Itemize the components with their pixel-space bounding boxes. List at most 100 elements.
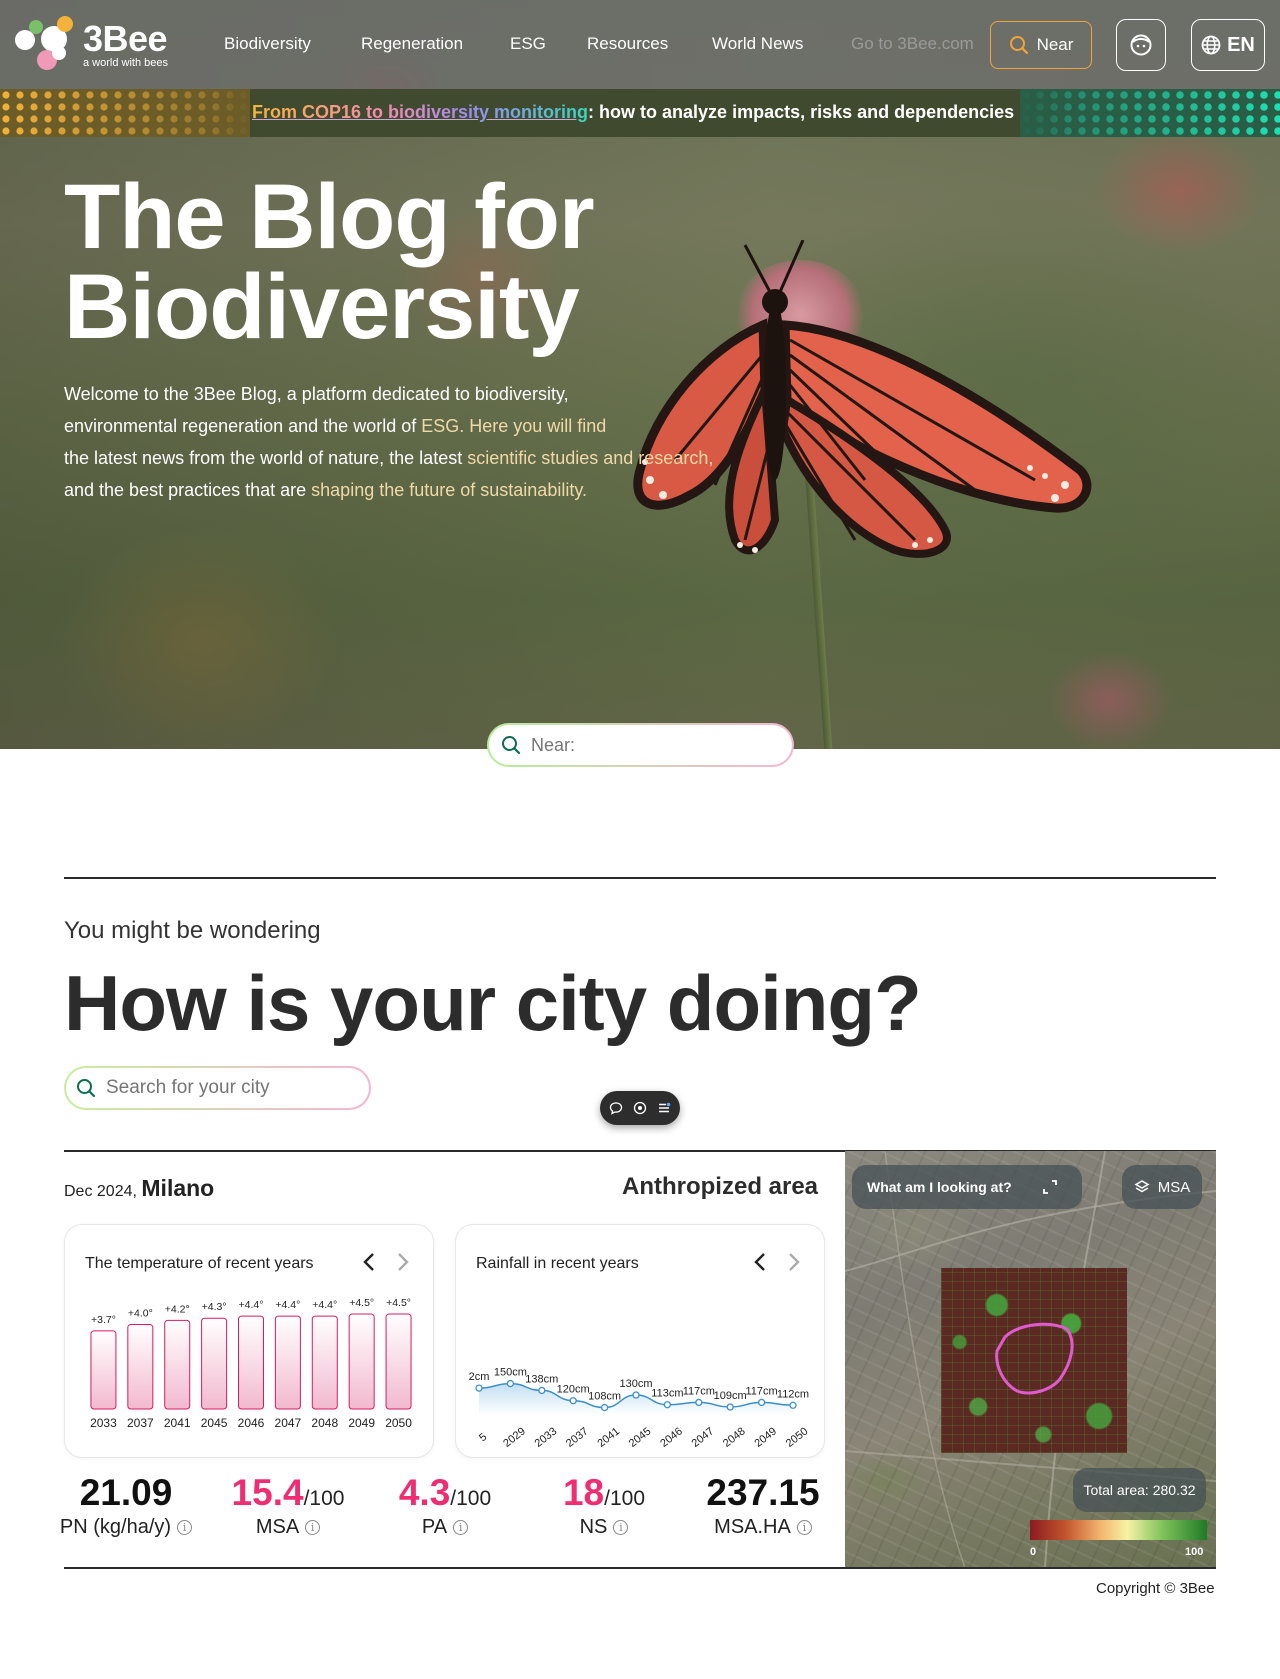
brand-logo[interactable]: 3Bee a world with bees — [15, 16, 168, 74]
logo-subtitle: a world with bees — [83, 57, 168, 69]
hero-title-line2: Biodiversity — [64, 256, 580, 358]
city-search-bar[interactable] — [64, 1066, 371, 1110]
temperature-bar — [90, 1330, 117, 1410]
rainfall-point — [569, 1397, 577, 1405]
hero-desc-highlight: ESG. Here you will find — [421, 416, 607, 436]
what-am-i-looking-at-button[interactable]: What am I looking at? — [852, 1165, 1082, 1209]
metric-label: PN (kg/ha/y) — [59, 1516, 172, 1538]
rainfall-x-tick: 2045 — [627, 1425, 654, 1450]
rainfall-x-tick: 2037 — [564, 1425, 591, 1450]
info-icon[interactable]: i — [453, 1520, 469, 1535]
hero-description: Welcome to the 3Bee Blog, a platform ded… — [64, 378, 784, 506]
temperature-bar-label: +4.0° — [128, 1308, 153, 1320]
metric-pn: 21.09 PN (kg/ha/y) i — [56, 1472, 196, 1539]
rainfall-point — [600, 1403, 609, 1412]
temperature-bar-label: +4.4° — [239, 1299, 264, 1311]
language-label: EN — [1227, 33, 1255, 56]
face-icon — [1130, 34, 1152, 56]
rainfall-point — [789, 1401, 797, 1409]
temperature-bar-label: +4.3° — [202, 1301, 227, 1313]
temperature-card: The temperature of recent years +3.7° 203… — [64, 1224, 434, 1458]
report-date: Dec 2024, — [64, 1183, 137, 1200]
nav-link-esg[interactable]: ESG — [510, 34, 546, 54]
hero-desc-line: the latest news from the world of nature… — [64, 448, 468, 468]
banner-dots-right — [1020, 89, 1280, 137]
nav-link-regeneration[interactable]: Regeneration — [361, 34, 463, 54]
near-search-bar[interactable] — [487, 723, 794, 767]
near-button[interactable]: Near — [990, 21, 1092, 69]
banner-link[interactable]: From COP16 to biodiversity monitoring — [252, 102, 588, 122]
hero-desc-highlight: scientific studies and research, — [467, 448, 714, 468]
nav-link-resources[interactable]: Resources — [587, 34, 668, 54]
metric-label: NS — [579, 1516, 608, 1538]
total-area-badge: Total area: 280.32 — [1073, 1468, 1206, 1512]
rainfall-x-tick: 2050 — [784, 1425, 811, 1450]
rainfall-x-tick: 2049 — [752, 1425, 779, 1450]
metric-value: 18/100 — [562, 1472, 646, 1513]
rainfall-area-chart: 2cm 150cm138cm120cm108cm130cm113cm 117cm10… — [469, 1367, 811, 1450]
nav-link-world-news[interactable]: World News — [712, 34, 803, 54]
metric-msa-ha: 237.15 MSA.HA i — [693, 1472, 833, 1539]
temperature-x-tick: 2037 — [127, 1416, 154, 1430]
info-icon[interactable]: i — [796, 1520, 812, 1535]
rainfall-point — [475, 1384, 483, 1392]
rainfall-x-tick: 2048 — [721, 1425, 748, 1450]
comment-icon[interactable] — [609, 1101, 623, 1115]
globe-icon — [1201, 35, 1221, 55]
rainfall-point-label: 108cm — [588, 1391, 621, 1403]
announcement-banner: From COP16 to biodiversity monitoring: h… — [0, 89, 1280, 137]
rainfall-point-label: 117cm — [745, 1385, 777, 1397]
rainfall-x-tick: 2029 — [501, 1425, 528, 1450]
city-search-input[interactable] — [106, 1077, 346, 1099]
what-label: What am I looking at? — [867, 1179, 1012, 1195]
rainfall-point — [726, 1403, 734, 1411]
face-button[interactable] — [1116, 19, 1166, 71]
msa-layer-button[interactable]: MSA — [1122, 1165, 1202, 1209]
banner-headline: From COP16 to biodiversity monitoring: h… — [252, 102, 1014, 123]
nav-link-biodiversity[interactable]: Biodiversity — [224, 34, 311, 54]
rainfall-point — [632, 1391, 640, 1399]
legend-max: 100 — [1185, 1546, 1204, 1558]
temperature-bar — [238, 1315, 264, 1410]
rainfall-x-tick: 2041 — [595, 1425, 622, 1450]
metric-value: 237.15 — [706, 1472, 820, 1513]
nav-link-goto-3bee[interactable]: Go to 3Bee.com — [851, 34, 974, 54]
temperature-bar — [201, 1317, 228, 1410]
metric-value: 21.09 — [79, 1472, 173, 1513]
rainfall-point-label: 150cm — [494, 1367, 527, 1379]
metric-label: MSA — [255, 1516, 300, 1538]
rainfall-x-tick: 2033 — [533, 1425, 560, 1450]
rainfall-point-label: 2cm — [469, 1371, 490, 1383]
metric-msa: 15.4/100 MSA i — [218, 1472, 358, 1539]
city-name: Milano — [141, 1175, 215, 1201]
temperature-bar-label: +3.7° — [91, 1314, 116, 1326]
metric-pa: 4.3/100 PA i — [375, 1472, 515, 1539]
msa-satellite-map[interactable]: What am I looking at? MSA Total area: 28… — [845, 1151, 1216, 1568]
info-icon[interactable]: i — [305, 1520, 321, 1535]
rainfall-point — [757, 1398, 766, 1407]
temperature-bar-label: +4.5° — [386, 1297, 411, 1309]
rainfall-point-label: 112cm — [777, 1388, 809, 1400]
menu-lines-icon[interactable] — [657, 1101, 671, 1115]
hero-desc-line: and the best practices that are — [64, 480, 312, 500]
rainfall-point-label: 109cm — [714, 1390, 747, 1402]
hero-title-line1: The Blog for — [64, 166, 595, 268]
near-search-input[interactable] — [531, 734, 771, 756]
logo-title: 3Bee — [83, 18, 168, 59]
info-icon[interactable]: i — [613, 1520, 629, 1535]
temperature-bar-label: +4.4° — [312, 1299, 337, 1311]
hero-title: The Blog for Biodiversity — [64, 171, 595, 353]
info-icon[interactable]: i — [177, 1520, 193, 1535]
metric-value: 4.3/100 — [398, 1472, 492, 1513]
language-button[interactable]: EN — [1191, 19, 1265, 71]
rainfall-point — [695, 1398, 703, 1407]
rainfall-x-tick: 2046 — [658, 1425, 685, 1450]
temperature-x-tick: 2041 — [164, 1416, 191, 1430]
legend-min: 0 — [1030, 1546, 1037, 1558]
temperature-bar — [274, 1315, 301, 1410]
temperature-x-tick: 2047 — [275, 1416, 302, 1430]
eye-icon[interactable] — [633, 1101, 647, 1115]
metric-value: 15.4/100 — [231, 1472, 345, 1513]
temperature-x-tick: 2048 — [311, 1416, 338, 1430]
temperature-bar — [164, 1319, 191, 1410]
